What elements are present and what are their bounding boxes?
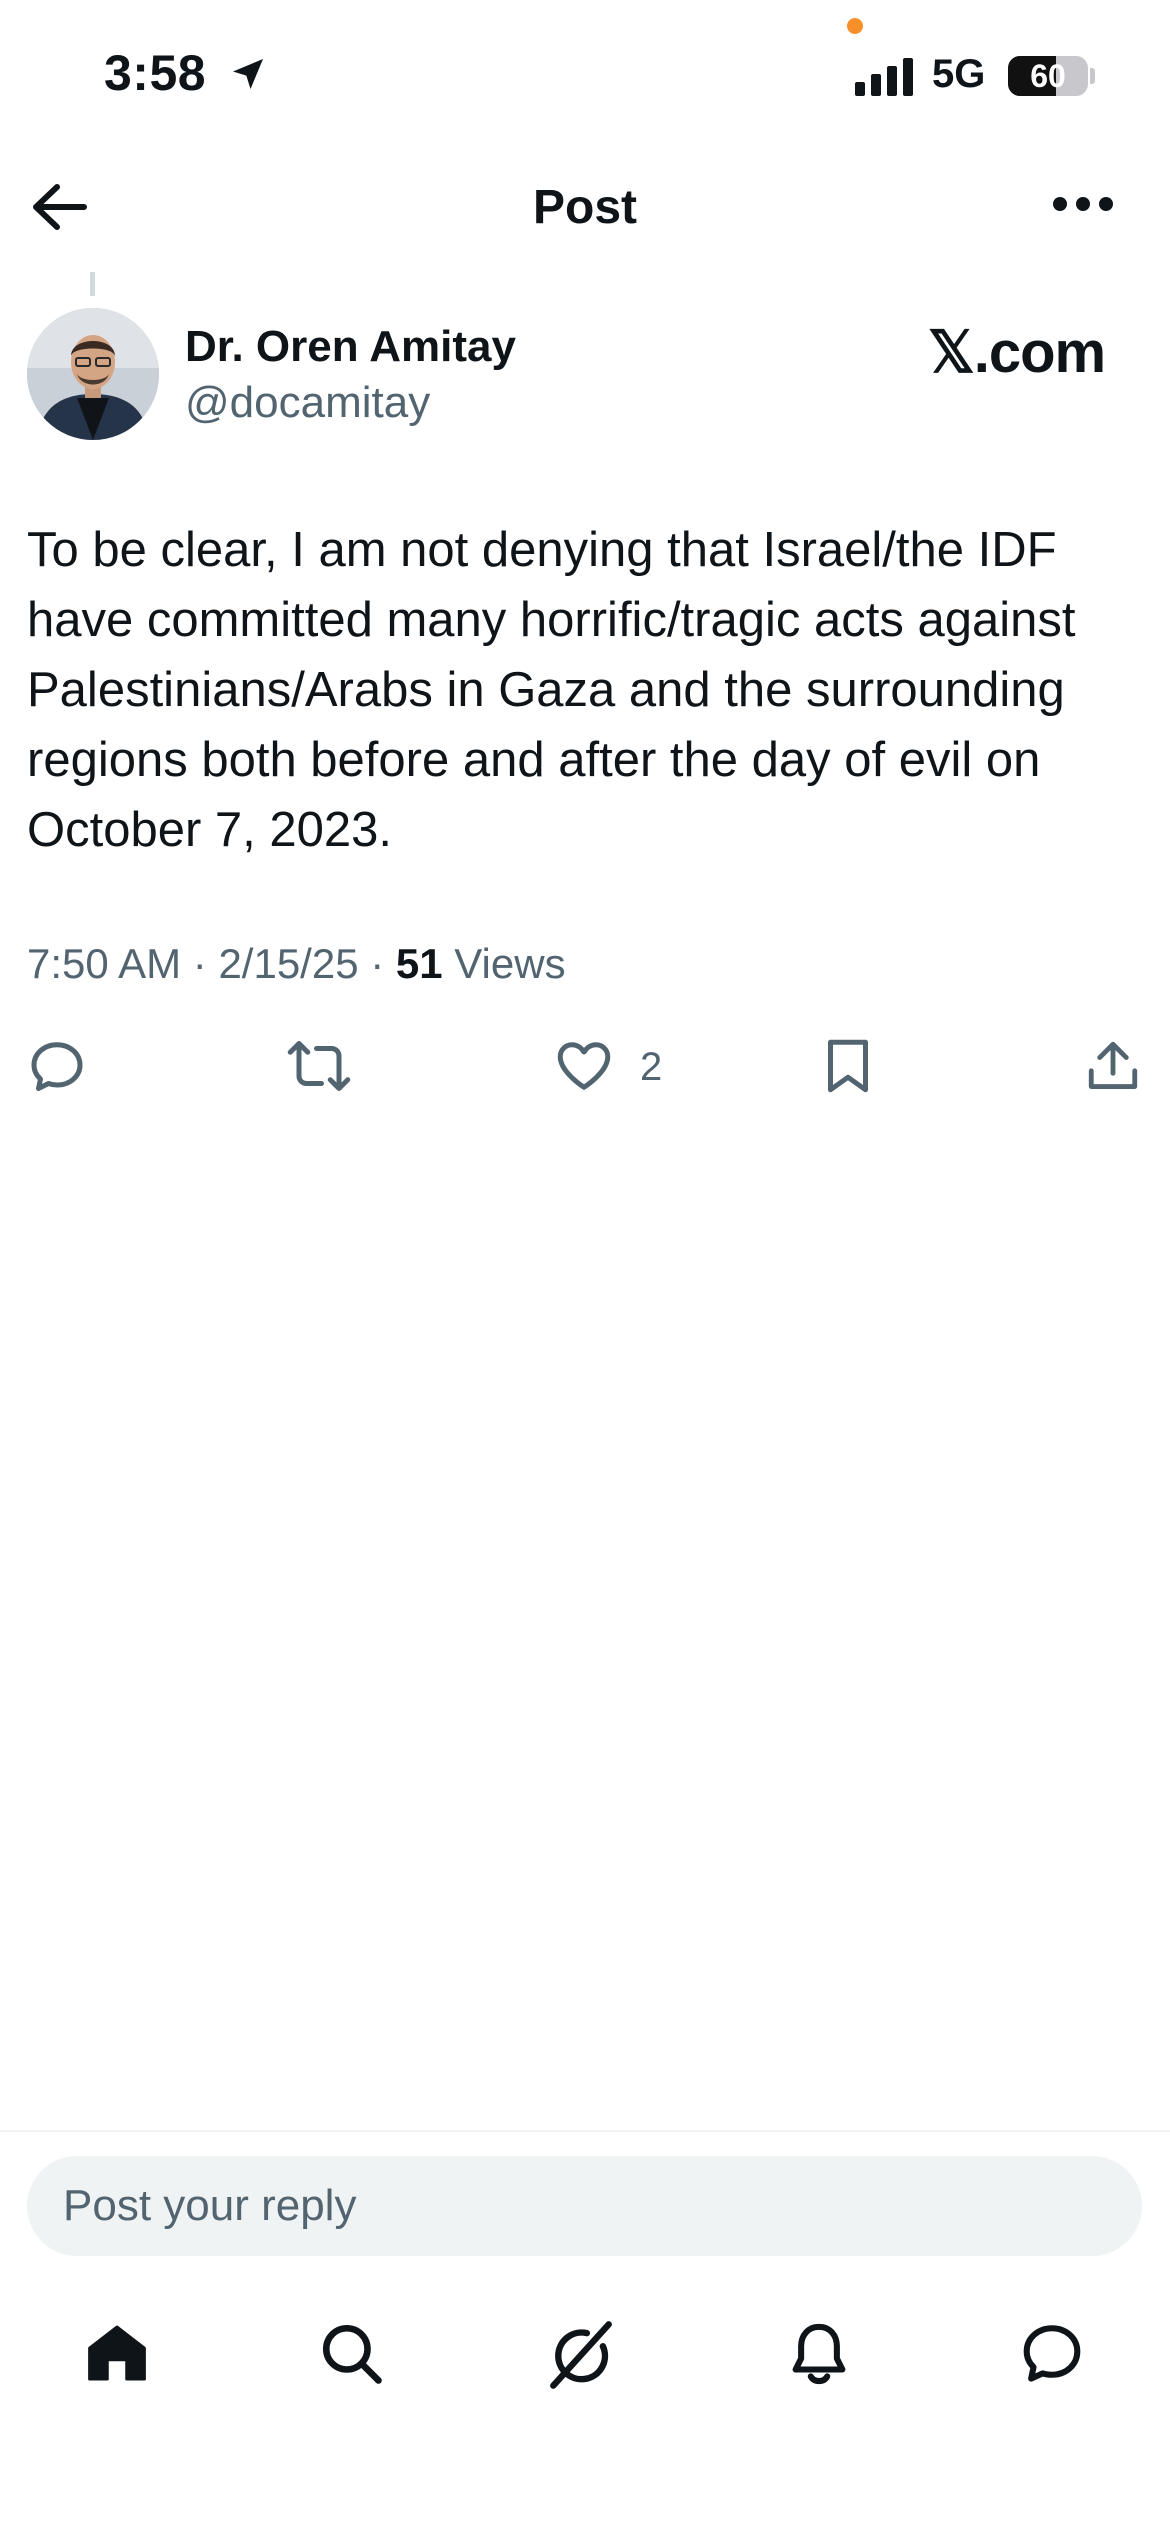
battery-tip (1090, 68, 1095, 84)
reply-box[interactable] (27, 2156, 1142, 2256)
author-handle[interactable]: @docamitay (185, 378, 430, 428)
battery-icon: 60 (1008, 56, 1088, 96)
privacy-indicator-dot (847, 18, 863, 34)
battery-percentage: 60 (1030, 58, 1066, 94)
views-label[interactable]: Views (454, 940, 565, 987)
status-time: 3:58 (104, 45, 207, 101)
grok-icon[interactable] (546, 2320, 616, 2390)
like-icon[interactable] (553, 1036, 615, 1096)
bookmark-icon[interactable] (822, 1036, 874, 1096)
messages-icon[interactable] (1018, 2320, 1086, 2386)
post-date: 2/15/25 (218, 940, 359, 987)
avatar[interactable] (27, 308, 159, 440)
x-com-watermark: 𝕏.com (928, 320, 1106, 385)
meta-separator: · (181, 940, 219, 987)
home-icon[interactable] (84, 2320, 150, 2386)
notifications-bell-icon[interactable] (786, 2320, 852, 2386)
reply-icon[interactable] (27, 1036, 87, 1096)
network-type: 5G (932, 52, 986, 96)
thread-connector-line (90, 272, 95, 296)
views-count[interactable]: 51 (396, 940, 443, 987)
page-title: Post (532, 181, 637, 234)
like-count: 2 (640, 1045, 663, 1089)
share-icon[interactable] (1084, 1036, 1142, 1096)
post-text: To be clear, I am not denying that Israe… (27, 523, 1076, 857)
more-horizontal-icon[interactable] (1052, 196, 1114, 212)
post-meta: 7:50 AM · 2/15/25 · 51 Views (27, 940, 566, 988)
search-icon[interactable] (318, 2320, 384, 2386)
reply-divider (0, 2130, 1170, 2132)
post-time: 7:50 AM (27, 940, 182, 987)
meta-separator: · (358, 940, 396, 987)
reply-input[interactable] (27, 2156, 1142, 2256)
signal-bars-icon (855, 58, 917, 96)
author-name[interactable]: Dr. Oren Amitay (185, 322, 516, 372)
location-arrow-icon (228, 54, 268, 94)
repost-icon[interactable] (286, 1036, 352, 1096)
